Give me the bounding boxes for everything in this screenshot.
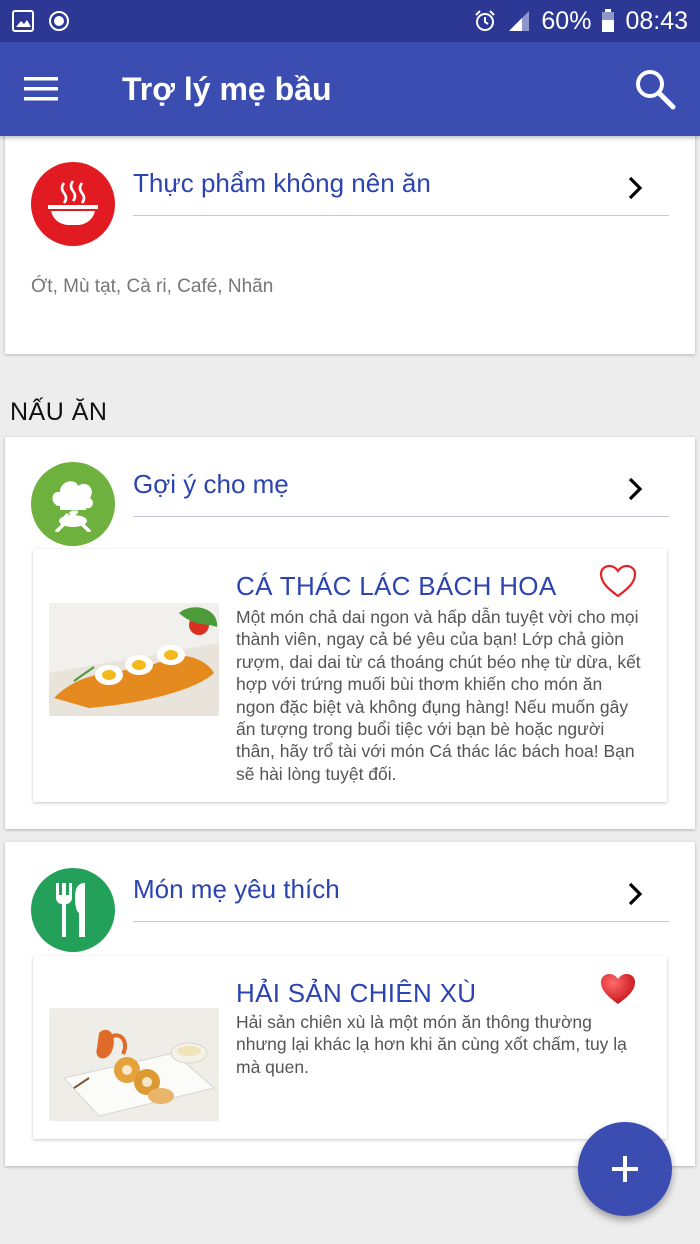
recipe-title: HẢI SẢN CHIÊN XÙ <box>236 978 477 1008</box>
battery-icon <box>602 9 615 32</box>
status-bar: 60% 08:43 <box>0 0 700 42</box>
plus-icon <box>612 1156 638 1182</box>
section-header-cooking: NẤU ĂN <box>10 398 108 426</box>
fork-knife-icon <box>56 883 85 937</box>
soup-bowl-icon <box>48 180 98 225</box>
recipe-card[interactable]: CÁ THÁC LÁC BÁCH HOA Một món chả dai ngo… <box>33 549 667 802</box>
favorites-card: Món mẹ yêu thích HẢI SẢN CHIÊN XÙ Hải sả… <box>5 842 695 1166</box>
menu-icon <box>24 77 58 101</box>
recipe-image-ca-thac-lac <box>49 603 219 716</box>
suggestions-card: Gợi ý cho mẹ CÁ THÁC LÁC BÁCH HOA Một mó… <box>5 437 695 829</box>
recipe-title: CÁ THÁC LÁC BÁCH HOA <box>236 571 557 601</box>
chevron-right-icon[interactable] <box>623 882 647 906</box>
battery-percent: 60% <box>541 6 592 35</box>
recipe-description: Một món chả dai ngon và hấp dẫn tuyệt vờ… <box>236 607 641 784</box>
app-bar: Trợ lý mẹ bầu <box>0 42 700 136</box>
clock: 08:43 <box>625 6 688 35</box>
add-button[interactable] <box>578 1122 672 1216</box>
suggestions-icon-badge <box>31 462 115 546</box>
card-title: Món mẹ yêu thích <box>133 874 340 904</box>
heart-outline-icon[interactable] <box>599 564 637 598</box>
chef-hat-icon <box>52 481 93 532</box>
image-icon <box>12 10 34 32</box>
avoid-foods-card[interactable]: Thực phẩm không nên ăn Ớt, Mù tạt, Cà ri… <box>5 136 695 354</box>
card-title: Thực phẩm không nên ăn <box>133 168 431 198</box>
divider <box>133 516 669 517</box>
divider <box>133 921 669 922</box>
avoid-foods-list: Ớt, Mù tạt, Cà ri, Café, Nhãn <box>31 276 274 297</box>
divider <box>133 215 669 216</box>
avoid-foods-icon-badge <box>31 162 115 246</box>
search-icon <box>636 70 676 110</box>
record-icon <box>49 11 69 31</box>
signal-icon <box>509 11 530 31</box>
chevron-right-icon[interactable] <box>623 477 647 501</box>
recipe-card[interactable]: HẢI SẢN CHIÊN XÙ Hải sản chiên xù là một… <box>33 956 667 1139</box>
alarm-icon <box>475 10 496 31</box>
chevron-right-icon[interactable] <box>623 176 647 200</box>
recipe-description: Hải sản chiên xù là một món ăn thông thư… <box>236 1012 627 1077</box>
page-title: Trợ lý mẹ bầu <box>122 70 332 107</box>
heart-filled-icon[interactable] <box>599 972 637 1006</box>
menu-button[interactable] <box>0 42 82 136</box>
card-title: Gợi ý cho mẹ <box>133 469 289 499</box>
recipe-image-hai-san-chien-xu <box>49 1008 219 1121</box>
search-button[interactable] <box>610 42 700 136</box>
favorites-icon-badge <box>31 868 115 952</box>
